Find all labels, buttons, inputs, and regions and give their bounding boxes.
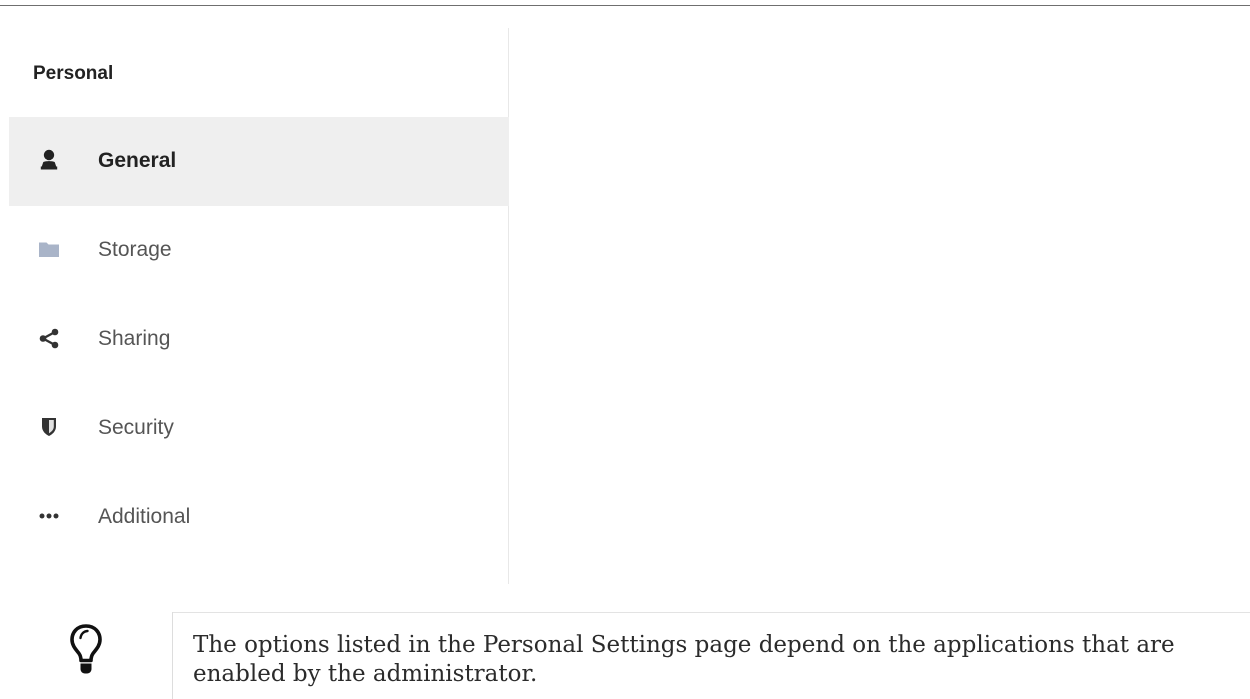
tip-icon-cell: [0, 612, 172, 699]
share-icon: [34, 323, 64, 353]
personal-settings-sidebar: Personal General Storage Sharing Securit…: [9, 28, 509, 584]
sidebar-item-sharing[interactable]: Sharing: [9, 295, 509, 384]
tip-text: The options listed in the Personal Setti…: [193, 632, 1175, 687]
sidebar-item-additional[interactable]: Additional: [9, 473, 509, 562]
tip-admonition: The options listed in the Personal Setti…: [0, 612, 1250, 699]
sidebar-item-general[interactable]: General: [9, 117, 509, 206]
sidebar-item-label: General: [98, 149, 177, 172]
sidebar-item-label: Security: [98, 416, 174, 439]
user-icon: [34, 145, 64, 175]
documentation-page: Personal General Storage Sharing Securit…: [0, 0, 1250, 699]
tip-top-border: [172, 612, 1250, 613]
sidebar-item-label: Storage: [98, 238, 172, 261]
section-title: Personal: [33, 63, 114, 84]
lightbulb-icon: [69, 622, 103, 687]
top-divider: [0, 5, 1250, 6]
sidebar-item-label: Sharing: [98, 327, 171, 350]
sidebar-nav: General Storage Sharing Security Additio…: [9, 117, 509, 562]
folder-icon: [34, 234, 64, 264]
tip-divider: [172, 612, 173, 699]
more-horizontal-icon: [34, 501, 64, 531]
sidebar-item-security[interactable]: Security: [9, 384, 509, 473]
sidebar-item-label: Additional: [98, 505, 191, 528]
shield-icon: [34, 412, 64, 442]
sidebar-item-storage[interactable]: Storage: [9, 206, 509, 295]
